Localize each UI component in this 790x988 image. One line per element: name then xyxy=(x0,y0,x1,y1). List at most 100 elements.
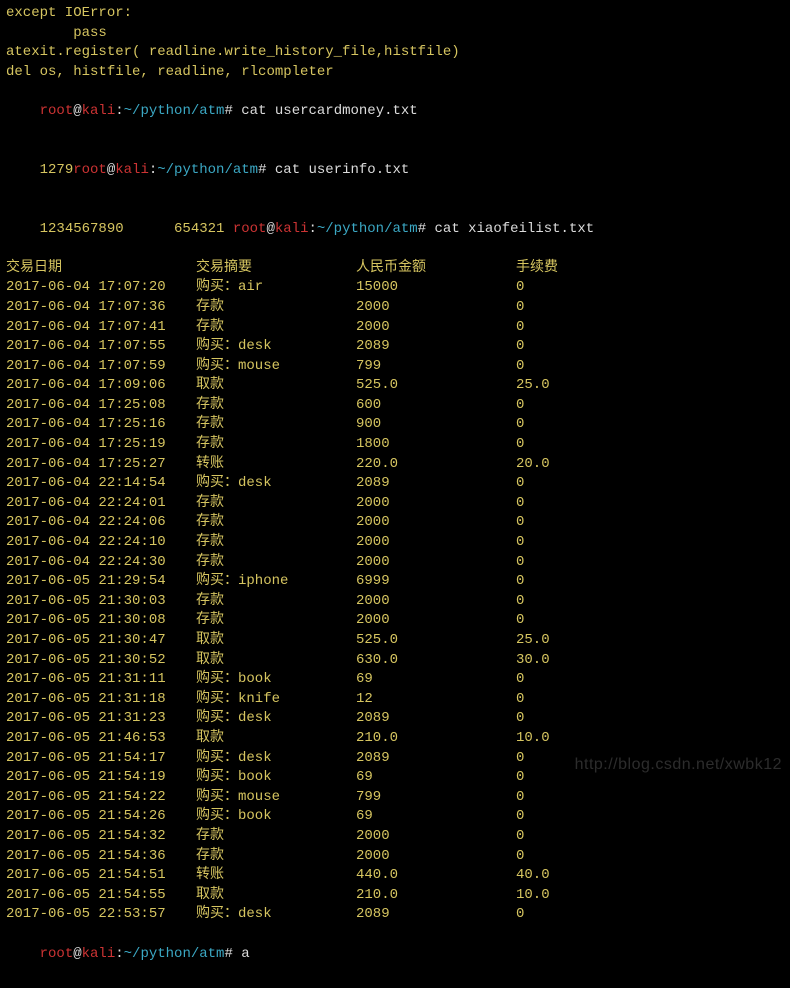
cell-amount: 210.0 xyxy=(356,729,516,749)
cell-summary: 取款 xyxy=(196,376,356,396)
cell-fee: 0 xyxy=(516,318,636,338)
table-row: 2017-06-04 17:07:20购买：air150000 xyxy=(6,278,784,298)
prompt-line-final[interactable]: root@kali:~/python/atm# a xyxy=(6,925,784,984)
cell-summary: 取款 xyxy=(196,886,356,906)
cell-fee: 20.0 xyxy=(516,455,636,475)
cell-summary: 存款 xyxy=(196,415,356,435)
cell-date: 2017-06-04 17:07:41 xyxy=(6,318,196,338)
cell-date: 2017-06-05 21:31:18 xyxy=(6,690,196,710)
cell-amount: 6999 xyxy=(356,572,516,592)
cell-fee: 0 xyxy=(516,611,636,631)
table-row: 2017-06-04 17:25:16存款9000 xyxy=(6,415,784,435)
command-text: cat usercardmoney.txt xyxy=(241,103,417,119)
table-row: 2017-06-05 21:54:22购买：mouse7990 xyxy=(6,788,784,808)
cell-amount: 2089 xyxy=(356,905,516,925)
output-line-2: 1234567890 654321 root@kali:~/python/atm… xyxy=(6,200,784,259)
cell-fee: 25.0 xyxy=(516,631,636,651)
prompt-hash: # xyxy=(224,103,241,119)
cell-date: 2017-06-05 21:54:22 xyxy=(6,788,196,808)
cell-date: 2017-06-04 17:25:27 xyxy=(6,455,196,475)
cell-date: 2017-06-04 22:24:06 xyxy=(6,513,196,533)
table-body: 2017-06-04 17:07:20购买：air1500002017-06-0… xyxy=(6,278,784,925)
cell-fee: 0 xyxy=(516,592,636,612)
cell-fee: 0 xyxy=(516,278,636,298)
cell-summary: 存款 xyxy=(196,513,356,533)
cell-date: 2017-06-05 21:46:53 xyxy=(6,729,196,749)
cell-amount: 69 xyxy=(356,807,516,827)
prompt-user: root xyxy=(40,103,74,119)
cell-amount: 2000 xyxy=(356,513,516,533)
cell-date: 2017-06-05 21:54:55 xyxy=(6,886,196,906)
cell-fee: 25.0 xyxy=(516,376,636,396)
prompt-path: ~/python/atm xyxy=(124,946,225,962)
cell-date: 2017-06-05 21:30:47 xyxy=(6,631,196,651)
cell-amount: 2000 xyxy=(356,592,516,612)
prompt-user: root xyxy=(73,162,107,178)
table-row: 2017-06-04 22:14:54购买：desk20890 xyxy=(6,474,784,494)
cell-summary: 购买：iphone xyxy=(196,572,356,592)
table-header: 交易日期 交易摘要 人民币金额 手续费 xyxy=(6,259,784,279)
table-row: 2017-06-05 21:30:47取款525.025.0 xyxy=(6,631,784,651)
cell-date: 2017-06-04 17:25:16 xyxy=(6,415,196,435)
header-summary: 交易摘要 xyxy=(196,259,356,279)
cell-summary: 存款 xyxy=(196,592,356,612)
cell-date: 2017-06-05 21:54:36 xyxy=(6,847,196,867)
cell-date: 2017-06-05 21:30:08 xyxy=(6,611,196,631)
cell-amount: 2089 xyxy=(356,337,516,357)
cell-summary: 转账 xyxy=(196,866,356,886)
table-row: 2017-06-04 22:24:10存款20000 xyxy=(6,533,784,553)
cell-amount: 2000 xyxy=(356,494,516,514)
cell-date: 2017-06-04 17:09:06 xyxy=(6,376,196,396)
cell-date: 2017-06-05 21:54:32 xyxy=(6,827,196,847)
cell-fee: 40.0 xyxy=(516,866,636,886)
prompt-hash: # xyxy=(258,162,275,178)
cell-date: 2017-06-05 21:30:52 xyxy=(6,651,196,671)
table-row: 2017-06-04 17:07:59购买：mouse7990 xyxy=(6,357,784,377)
cell-summary: 取款 xyxy=(196,729,356,749)
cell-date: 2017-06-04 17:07:55 xyxy=(6,337,196,357)
table-row: 2017-06-05 21:54:36存款20000 xyxy=(6,847,784,867)
cell-fee: 0 xyxy=(516,513,636,533)
cell-amount: 600 xyxy=(356,396,516,416)
table-row: 2017-06-04 17:07:55购买：desk20890 xyxy=(6,337,784,357)
cell-summary: 存款 xyxy=(196,396,356,416)
table-row: 2017-06-05 21:30:52取款630.030.0 xyxy=(6,651,784,671)
table-row: 2017-06-05 21:54:32存款20000 xyxy=(6,827,784,847)
prompt-host: kali xyxy=(275,221,309,237)
cell-date: 2017-06-04 17:07:59 xyxy=(6,357,196,377)
prompt-at: @ xyxy=(107,162,115,178)
cell-fee: 10.0 xyxy=(516,886,636,906)
cell-summary: 购买：book xyxy=(196,807,356,827)
table-row: 2017-06-04 17:25:08存款6000 xyxy=(6,396,784,416)
prompt-hash: # xyxy=(418,221,435,237)
cell-summary: 存款 xyxy=(196,827,356,847)
cell-summary: 存款 xyxy=(196,494,356,514)
cell-amount: 2089 xyxy=(356,474,516,494)
cell-summary: 购买：desk xyxy=(196,474,356,494)
cell-summary: 购买：mouse xyxy=(196,357,356,377)
cell-amount: 2000 xyxy=(356,847,516,867)
cell-amount: 2000 xyxy=(356,318,516,338)
cell-summary: 购买：book xyxy=(196,670,356,690)
table-row: 2017-06-05 21:31:11购买：book690 xyxy=(6,670,784,690)
prompt-at: @ xyxy=(73,946,81,962)
table-row: 2017-06-05 21:46:53取款210.010.0 xyxy=(6,729,784,749)
cell-date: 2017-06-04 22:24:01 xyxy=(6,494,196,514)
cell-date: 2017-06-05 21:54:19 xyxy=(6,768,196,788)
cell-fee: 0 xyxy=(516,415,636,435)
cell-fee: 0 xyxy=(516,298,636,318)
cell-date: 2017-06-05 21:54:26 xyxy=(6,807,196,827)
cell-fee: 0 xyxy=(516,847,636,867)
cell-date: 2017-06-04 22:24:10 xyxy=(6,533,196,553)
table-row: 2017-06-04 17:07:41存款20000 xyxy=(6,318,784,338)
cell-date: 2017-06-04 17:07:36 xyxy=(6,298,196,318)
cell-summary: 购买：mouse xyxy=(196,788,356,808)
prompt-user: root xyxy=(40,946,74,962)
cell-summary: 存款 xyxy=(196,847,356,867)
command-input[interactable]: a xyxy=(241,946,249,962)
terminal-window[interactable]: except IOError: pass atexit.register( re… xyxy=(0,0,790,988)
watermark-text: http://blog.csdn.net/xwbk12 xyxy=(575,756,782,774)
cell-summary: 存款 xyxy=(196,318,356,338)
cell-summary: 购买：desk xyxy=(196,709,356,729)
output-value: 1234567890 xyxy=(40,221,124,237)
